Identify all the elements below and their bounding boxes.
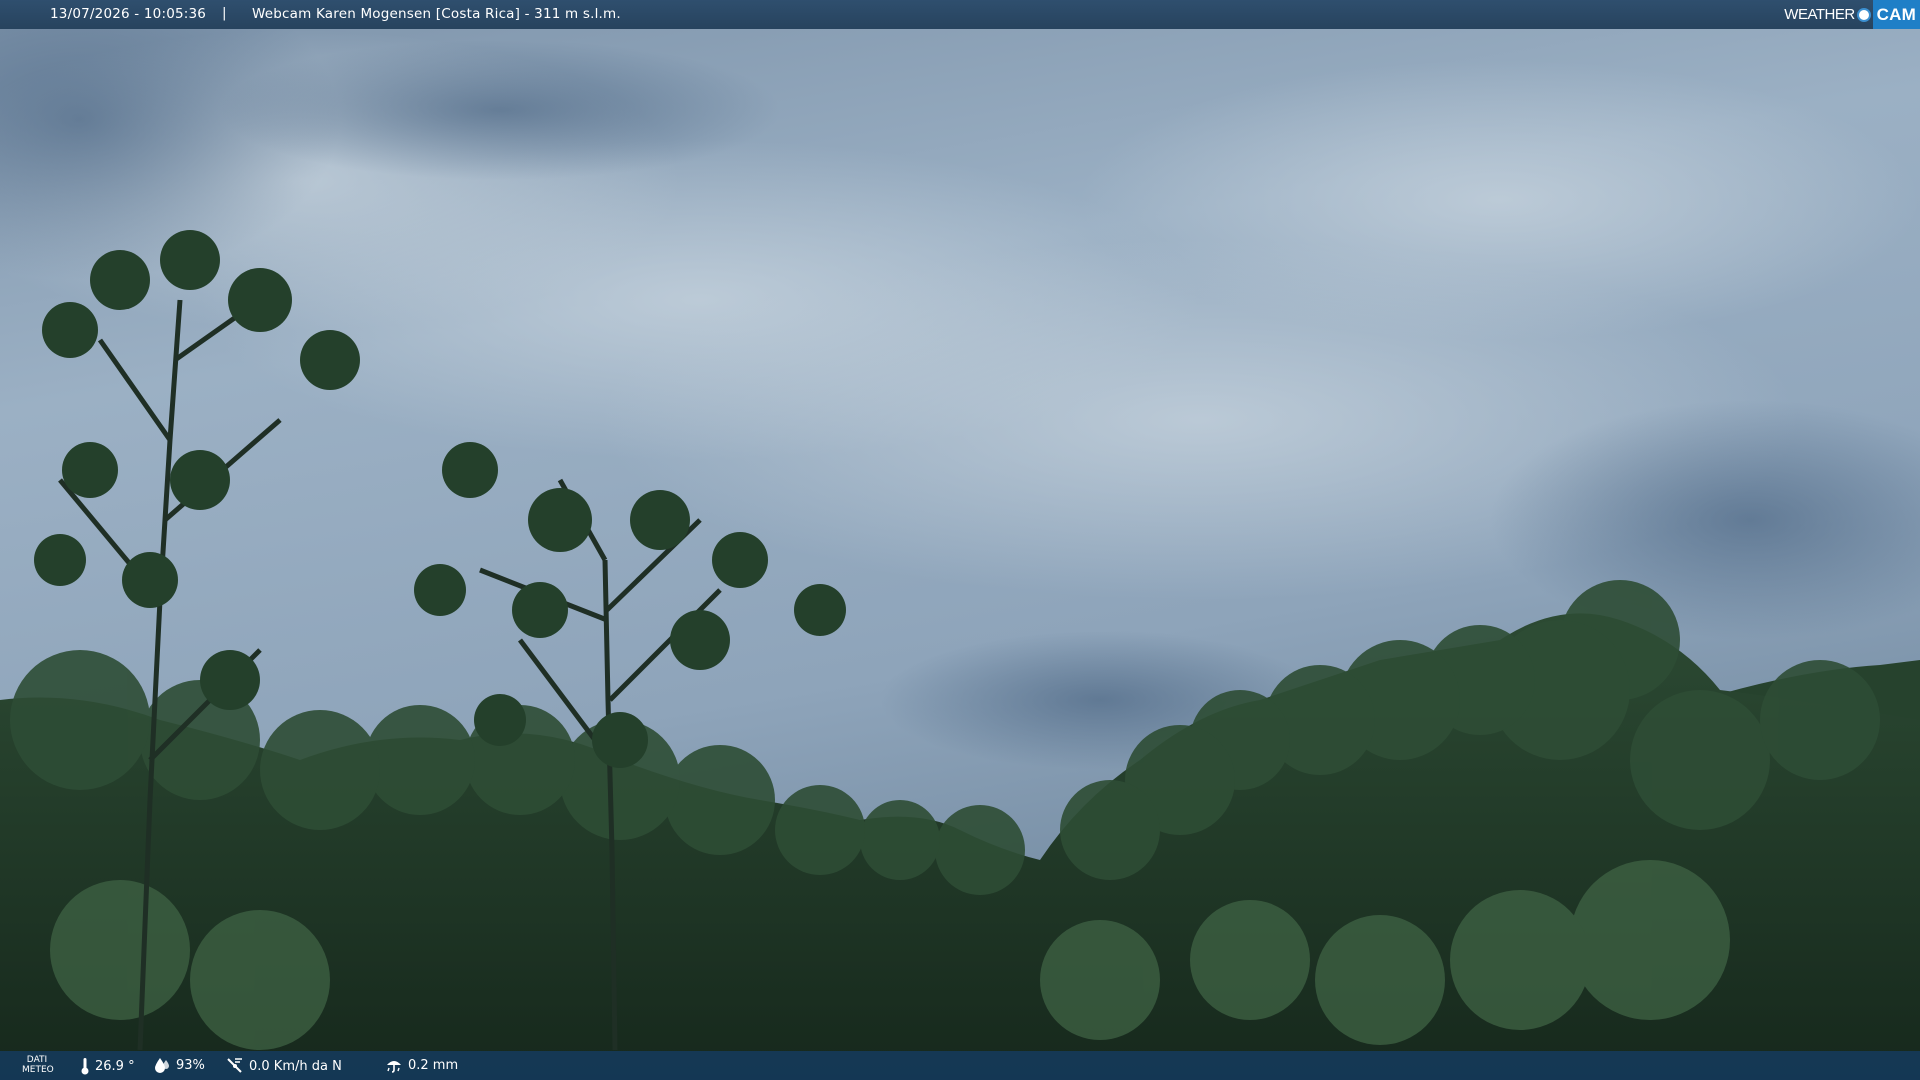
webcam-frame: 13/07/2026 - 10:05:36 | Webcam Karen Mog… xyxy=(0,0,1920,1080)
wind-value: 0.0 Km/h da N xyxy=(249,1058,342,1074)
weathercam-logo[interactable]: WEATHER CAM xyxy=(1784,0,1920,29)
logo-dot-icon xyxy=(1856,7,1871,22)
wind-icon xyxy=(227,1058,242,1073)
thermometer-icon xyxy=(81,1058,89,1075)
rain-value: 0.2 mm xyxy=(408,1057,459,1073)
rain-stat: 0.2 mm xyxy=(385,1057,458,1073)
weather-data-bar: DATI METEO 26.9 ° 93% 0.0 Km/h da N 0.2 … xyxy=(0,1051,1920,1080)
temperature-value: 26.9 ° xyxy=(95,1058,135,1074)
dati-label-line1: DATI xyxy=(26,1055,48,1065)
webcam-image xyxy=(0,0,1920,1080)
dati-label-line2: METEO xyxy=(22,1065,54,1075)
humidity-value: 93% xyxy=(176,1057,205,1073)
humidity-drop-icon xyxy=(155,1058,169,1073)
top-info-bar: 13/07/2026 - 10:05:36 | Webcam Karen Mog… xyxy=(0,0,1920,29)
logo-cam-text: CAM xyxy=(1872,0,1920,29)
temperature-stat: 26.9 ° xyxy=(80,1057,135,1075)
logo-weather-text: WEATHER xyxy=(1784,6,1855,23)
rain-icon xyxy=(387,1061,401,1073)
dati-meteo-label: DATI METEO xyxy=(22,1055,54,1075)
wind-stat: 0.0 Km/h da N xyxy=(226,1057,342,1075)
title-separator: | xyxy=(222,5,227,21)
timestamp: 13/07/2026 - 10:05:36 xyxy=(50,6,207,22)
webcam-title: Webcam Karen Mogensen [Costa Rica] - 311… xyxy=(252,6,621,22)
humidity-stat: 93% xyxy=(153,1057,205,1073)
